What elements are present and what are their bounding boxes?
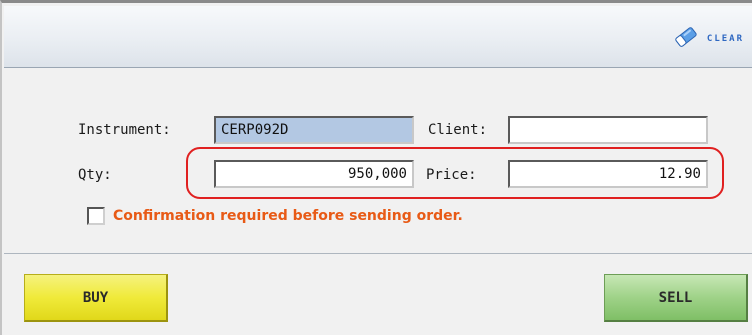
confirmation-label: Confirmation required before sending ord… bbox=[113, 208, 463, 224]
clear-label: CLEAR bbox=[706, 34, 744, 44]
order-entry-panel: CLEAR Instrument: CERP092D Client: Qty: … bbox=[0, 0, 752, 335]
instrument-field[interactable]: CERP092D bbox=[214, 116, 414, 144]
clear-button[interactable]: CLEAR bbox=[673, 26, 744, 52]
confirmation-checkbox[interactable] bbox=[87, 207, 105, 225]
buy-button[interactable]: BUY bbox=[24, 274, 168, 322]
qty-label: Qty: bbox=[78, 167, 112, 183]
sell-button[interactable]: SELL bbox=[604, 274, 748, 322]
divider bbox=[4, 253, 752, 254]
client-label: Client: bbox=[428, 122, 488, 138]
client-field[interactable] bbox=[508, 116, 708, 144]
qty-price-highlight bbox=[186, 147, 724, 199]
instrument-label: Instrument: bbox=[78, 122, 171, 138]
sell-label: SELL bbox=[658, 289, 693, 306]
buy-label: BUY bbox=[82, 289, 109, 306]
eraser-icon bbox=[673, 26, 699, 52]
toolbar: CLEAR bbox=[4, 6, 752, 68]
